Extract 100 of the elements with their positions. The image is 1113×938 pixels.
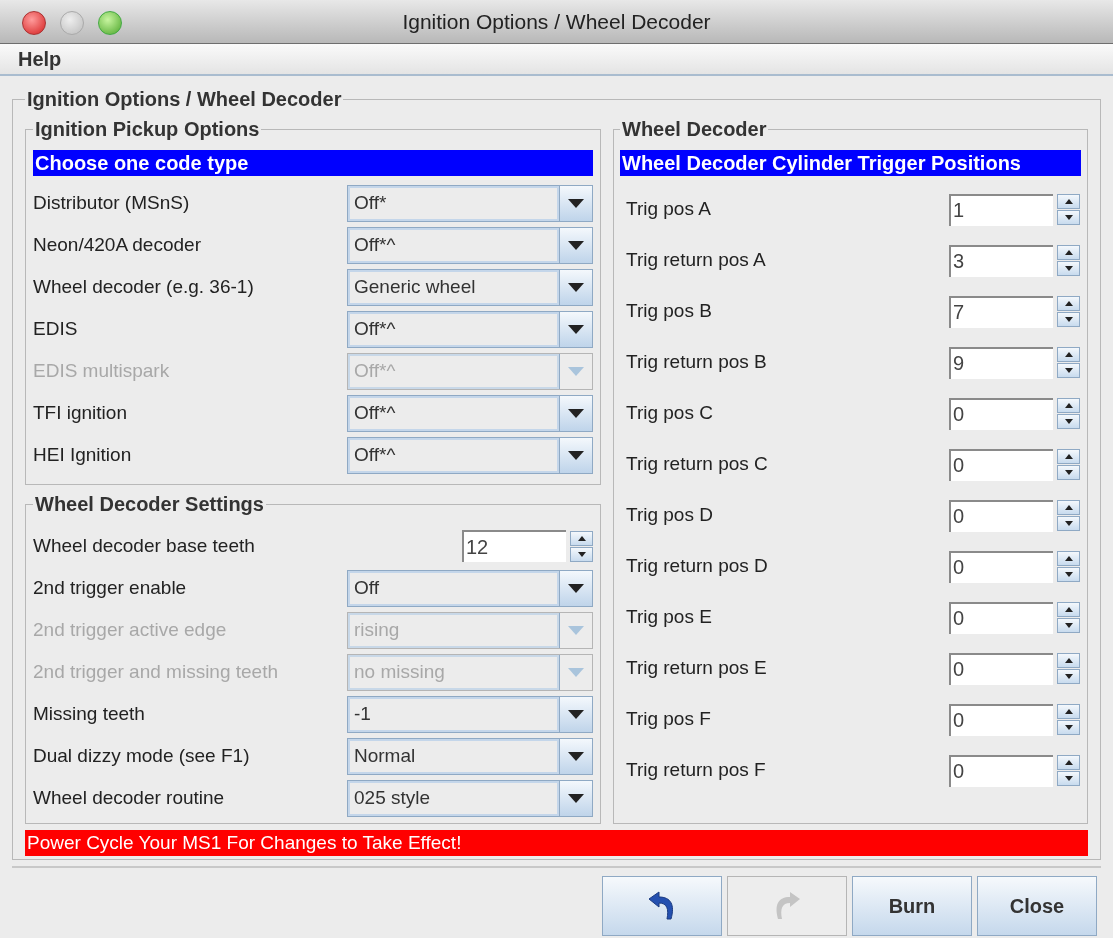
spin-down-button[interactable] <box>1057 720 1080 735</box>
field-label: 2nd trigger and missing teeth <box>33 659 279 684</box>
spin-down-button[interactable] <box>1057 465 1080 480</box>
spin-up-button[interactable] <box>1057 500 1080 515</box>
number-field[interactable]: 0 <box>949 601 1053 634</box>
field-label: EDIS <box>33 316 78 341</box>
up-arrow-icon <box>1064 403 1073 408</box>
dropdown-arrow-icon <box>568 667 584 677</box>
spin-up-button[interactable] <box>1057 398 1080 413</box>
dropdown[interactable]: 025 style <box>347 779 593 817</box>
field-label: Trig return pos E <box>626 656 767 681</box>
dialog-button[interactable]: Close <box>977 876 1097 936</box>
spin-down-button[interactable] <box>1057 516 1080 531</box>
field-label: Trig return pos A <box>626 248 766 273</box>
number-field[interactable]: 0 <box>949 703 1053 736</box>
field-label: Trig pos D <box>626 503 713 528</box>
number-field[interactable]: 12 <box>462 530 566 562</box>
field-label: Trig pos E <box>626 605 712 630</box>
close-window-icon[interactable] <box>22 11 46 35</box>
number-field[interactable]: 9 <box>949 346 1053 379</box>
spin-down-button[interactable] <box>1057 567 1080 582</box>
spin-down-button[interactable] <box>1057 312 1080 327</box>
spin-up-button[interactable] <box>1057 602 1080 617</box>
field-label: Trig return pos D <box>626 554 768 579</box>
field-label: TFI ignition <box>33 400 127 425</box>
dropdown[interactable]: Off* <box>347 184 593 222</box>
number-field[interactable]: 0 <box>949 397 1053 430</box>
dialog-button[interactable]: Burn <box>852 876 972 936</box>
spin-down-button[interactable] <box>1057 363 1080 378</box>
dropdown[interactable]: Normal <box>347 737 593 775</box>
field-label: 2nd trigger active edge <box>33 617 227 642</box>
field-label: Trig return pos B <box>626 350 767 375</box>
warning-banner: Power Cycle Your MS1 For Changes to Take Effect! <box>25 830 1088 856</box>
field-label: Missing teeth <box>33 701 145 726</box>
spin-up-button[interactable] <box>570 530 593 546</box>
dropdown-arrow-icon <box>568 198 584 208</box>
dropdown-arrow-icon <box>568 793 584 803</box>
down-arrow-icon <box>1064 266 1073 271</box>
field-label: Neon/420A decoder <box>33 232 201 257</box>
dropdown[interactable]: Off*^ <box>347 226 593 264</box>
field-label: Trig pos F <box>626 707 711 732</box>
spin-down-button[interactable] <box>1057 618 1080 633</box>
spin-down-button[interactable] <box>570 546 593 562</box>
spin-up-button[interactable] <box>1057 704 1080 719</box>
field-label: Trig pos B <box>626 299 712 324</box>
number-field[interactable]: 0 <box>949 652 1053 685</box>
spin-up-button[interactable] <box>1057 551 1080 566</box>
down-arrow-icon <box>1064 674 1073 679</box>
down-arrow-icon <box>1064 725 1073 730</box>
down-arrow-icon <box>1064 470 1073 475</box>
spin-down-button[interactable] <box>1057 210 1080 225</box>
spin-down-button[interactable] <box>1057 669 1080 684</box>
dropdown[interactable]: -1 <box>347 695 593 733</box>
dropdown-arrow-icon <box>568 625 584 635</box>
number-field[interactable]: 0 <box>949 754 1053 787</box>
dropdown[interactable]: Off <box>347 569 593 607</box>
dropdown[interactable]: Off*^ <box>347 436 593 474</box>
spin-down-button[interactable] <box>1057 771 1080 786</box>
field-label: Dual dizzy mode (see F1) <box>33 743 250 768</box>
up-arrow-icon <box>1064 556 1073 561</box>
spin-up-button[interactable] <box>1057 347 1080 362</box>
spin-up-button[interactable] <box>1057 245 1080 260</box>
down-arrow-icon <box>1064 776 1073 781</box>
number-field[interactable]: 3 <box>949 244 1053 277</box>
spin-up-button[interactable] <box>1057 296 1080 311</box>
number-field[interactable]: 0 <box>949 550 1053 583</box>
number-field[interactable]: 1 <box>949 193 1053 226</box>
spin-up-button[interactable] <box>1057 449 1080 464</box>
spin-up-button[interactable] <box>1057 653 1080 668</box>
field-label: Trig pos A <box>626 197 711 222</box>
group-title: Ignition Options / Wheel Decoder <box>26 87 343 112</box>
spin-up-button[interactable] <box>1057 194 1080 209</box>
field-label: Trig return pos C <box>626 452 768 477</box>
spin-up-button[interactable] <box>1057 755 1080 770</box>
down-arrow-icon <box>1064 521 1073 526</box>
group-title: Ignition Pickup Options <box>34 117 261 142</box>
spin-down-button[interactable] <box>1057 261 1080 276</box>
up-arrow-icon <box>1064 505 1073 510</box>
number-field[interactable]: 0 <box>949 448 1053 481</box>
number-field[interactable]: 7 <box>949 295 1053 328</box>
dropdown-arrow-icon <box>568 324 584 334</box>
field-label: Trig pos C <box>626 401 713 426</box>
menu-item[interactable]: Help <box>18 44 62 74</box>
undo-button[interactable] <box>602 876 722 936</box>
dropdown-arrow-icon <box>568 366 584 376</box>
up-arrow-icon <box>577 535 586 541</box>
up-arrow-icon <box>1064 709 1073 714</box>
dropdown[interactable]: Off*^ <box>347 394 593 432</box>
up-arrow-icon <box>1064 658 1073 663</box>
dropdown[interactable]: Generic wheel <box>347 268 593 306</box>
spin-down-button[interactable] <box>1057 414 1080 429</box>
down-arrow-icon <box>1064 368 1073 373</box>
field-label: Wheel decoder routine <box>33 785 225 810</box>
up-arrow-icon <box>1064 250 1073 255</box>
section-banner: Choose one code type <box>33 150 593 176</box>
field-label: HEI Ignition <box>33 442 132 467</box>
field-label: Trig return pos F <box>626 758 766 783</box>
number-field[interactable]: 0 <box>949 499 1053 532</box>
dropdown[interactable]: Off*^ <box>347 310 593 348</box>
window-title: Ignition Options / Wheel Decoder <box>402 8 711 35</box>
